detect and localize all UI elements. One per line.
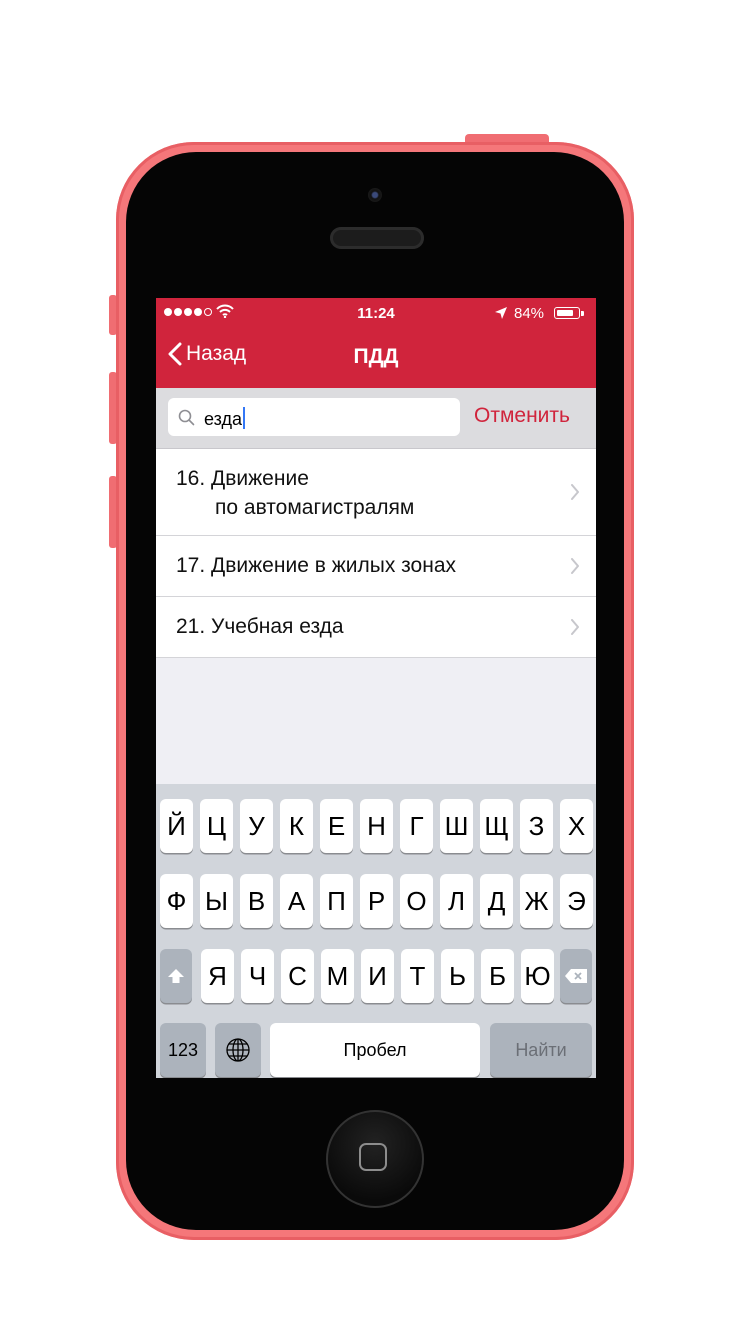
search-bar: езда Отменить xyxy=(156,388,596,449)
search-input[interactable]: езда xyxy=(168,398,460,436)
search-icon xyxy=(178,409,195,426)
backspace-icon xyxy=(565,969,587,983)
key-ц[interactable]: Ц xyxy=(200,799,233,853)
key-ь[interactable]: Ь xyxy=(441,949,474,1003)
search-key[interactable]: Найти xyxy=(490,1023,592,1077)
key-о[interactable]: О xyxy=(400,874,433,928)
list-item-label: 16. Движение по автомагистралям xyxy=(176,467,415,519)
key-э[interactable]: Э xyxy=(560,874,593,928)
key-ж[interactable]: Ж xyxy=(520,874,553,928)
home-button[interactable] xyxy=(326,1110,424,1208)
key-г[interactable]: Г xyxy=(400,799,433,853)
key-в[interactable]: В xyxy=(240,874,273,928)
key-х[interactable]: Х xyxy=(560,799,593,853)
key-ю[interactable]: Ю xyxy=(521,949,554,1003)
list-item[interactable]: 21. Учебная езда xyxy=(156,597,596,658)
key-е[interactable]: Е xyxy=(320,799,353,853)
shift-icon xyxy=(168,969,184,983)
list-item-label: 17. Движение в жилых зонах xyxy=(176,554,457,577)
key-ф[interactable]: Ф xyxy=(160,874,193,928)
search-results-list: 16. Движение по автомагистралям 17. Движ… xyxy=(156,449,596,658)
key-л[interactable]: Л xyxy=(440,874,473,928)
location-arrow-icon xyxy=(495,307,507,319)
key-и[interactable]: И xyxy=(361,949,394,1003)
key-щ[interactable]: Щ xyxy=(480,799,513,853)
front-camera xyxy=(368,188,382,202)
globe-icon xyxy=(226,1038,250,1062)
key-т[interactable]: Т xyxy=(401,949,434,1003)
earpiece-speaker xyxy=(330,227,424,249)
battery-fill xyxy=(557,310,573,316)
key-а[interactable]: А xyxy=(280,874,313,928)
keyboard: 123 Пробел Найти ЙЦУКЕНГШЩЗХ ФЫВАПРОЛДЖЭ Я… xyxy=(156,784,596,1078)
globe-key[interactable] xyxy=(215,1023,261,1077)
list-item[interactable]: 16. Движение по автомагистралям xyxy=(156,449,596,536)
battery-percentage: 84% xyxy=(514,305,545,322)
shift-key[interactable] xyxy=(160,949,192,1003)
key-б[interactable]: Б xyxy=(481,949,514,1003)
key-ш[interactable]: Ш xyxy=(440,799,473,853)
delete-key[interactable] xyxy=(560,949,592,1003)
key-д[interactable]: Д xyxy=(480,874,513,928)
key-н[interactable]: Н xyxy=(360,799,393,853)
cancel-button[interactable]: Отменить xyxy=(474,404,570,428)
list-item-label: 21. Учебная езда xyxy=(176,615,344,638)
list-item[interactable]: 17. Движение в жилых зонах xyxy=(156,536,596,597)
key-ы[interactable]: Ы xyxy=(200,874,233,928)
key-я[interactable]: Я xyxy=(201,949,234,1003)
chevron-right-icon xyxy=(571,484,579,500)
space-key[interactable]: Пробел xyxy=(270,1023,480,1077)
key-с[interactable]: С xyxy=(281,949,314,1003)
key-ч[interactable]: Ч xyxy=(241,949,274,1003)
page-title: ПДД xyxy=(353,345,399,368)
battery-icon xyxy=(554,307,584,319)
key-р[interactable]: Р xyxy=(360,874,393,928)
home-square-icon xyxy=(359,1143,387,1171)
screen: 11:24 84% Назад ПДД езда Отменить 16. Дв… xyxy=(156,298,596,1078)
key-к[interactable]: К xyxy=(280,799,313,853)
search-query: езда xyxy=(204,407,245,430)
chevron-right-icon xyxy=(571,619,579,635)
status-bar: 11:24 84% xyxy=(156,298,596,328)
key-м[interactable]: М xyxy=(321,949,354,1003)
numbers-key[interactable]: 123 xyxy=(160,1023,206,1077)
key-й[interactable]: Й xyxy=(160,799,193,853)
text-cursor xyxy=(243,407,245,429)
chevron-right-icon xyxy=(571,558,579,574)
key-з[interactable]: З xyxy=(520,799,553,853)
key-п[interactable]: П xyxy=(320,874,353,928)
navigation-bar: Назад ПДД xyxy=(156,328,596,388)
key-у[interactable]: У xyxy=(240,799,273,853)
